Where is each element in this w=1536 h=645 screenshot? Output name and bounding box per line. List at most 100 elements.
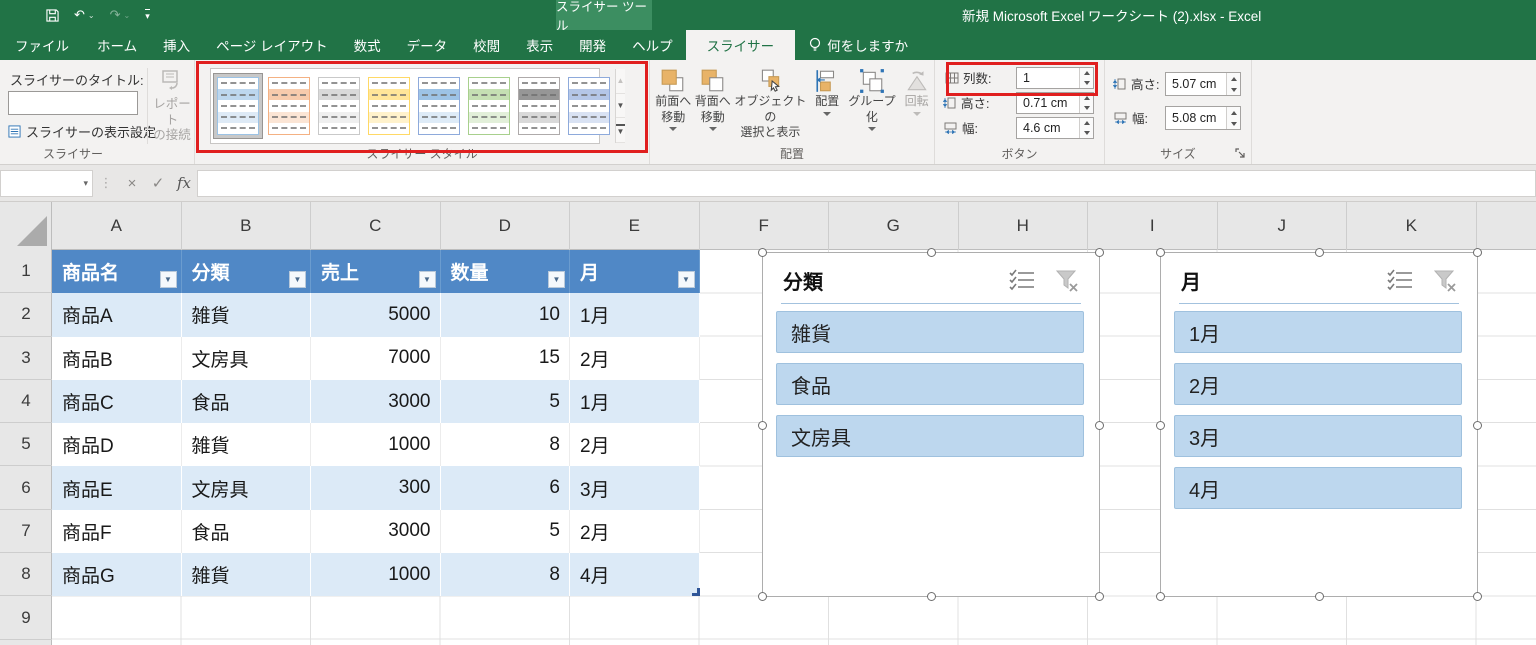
gallery-more-button[interactable]: ▼ bbox=[616, 118, 625, 144]
slicer-category[interactable]: 分類 雑貨 食品 文房具 bbox=[758, 248, 1104, 601]
row-header-4[interactable]: 4 bbox=[0, 380, 52, 424]
size-dialog-launcher-icon[interactable] bbox=[1235, 148, 1246, 159]
undo-menu-chevron[interactable]: ⌄ bbox=[88, 11, 95, 20]
send-backward-menu-chevron[interactable] bbox=[708, 127, 717, 132]
multi-select-icon[interactable] bbox=[1009, 269, 1035, 291]
undo-button[interactable]: ↶ ⌄ bbox=[74, 7, 95, 23]
slicer-style-option[interactable] bbox=[465, 74, 513, 138]
cell-c4[interactable]: 3000 bbox=[311, 379, 441, 424]
cell-b3[interactable]: 文房具 bbox=[181, 336, 311, 380]
cell-c8[interactable]: 1000 bbox=[311, 553, 441, 597]
cell-d6[interactable]: 6 bbox=[440, 466, 570, 510]
column-header-g[interactable]: G bbox=[829, 202, 959, 250]
formula-input[interactable] bbox=[197, 169, 1536, 197]
tab-developer[interactable]: 開発 bbox=[566, 30, 619, 60]
align-menu-chevron[interactable] bbox=[823, 111, 832, 116]
tab-view[interactable]: 表示 bbox=[513, 30, 566, 60]
cell-d3[interactable]: 15 bbox=[440, 336, 570, 380]
columns-spinner[interactable] bbox=[1079, 68, 1093, 88]
filter-dropdown-button[interactable]: ▼ bbox=[159, 271, 177, 289]
slicer-style-option[interactable] bbox=[365, 74, 413, 138]
customize-quick-access-button[interactable]: ▾ bbox=[145, 8, 150, 22]
row-header-1[interactable]: 1 bbox=[0, 250, 52, 294]
column-header-c[interactable]: C bbox=[311, 202, 441, 250]
cell-c3[interactable]: 7000 bbox=[311, 336, 441, 380]
resize-handle[interactable] bbox=[758, 248, 767, 257]
slicer-style-option[interactable] bbox=[315, 74, 363, 138]
filter-dropdown-button[interactable]: ▼ bbox=[677, 271, 695, 289]
resize-handle[interactable] bbox=[758, 592, 767, 601]
resize-handle[interactable] bbox=[1473, 248, 1482, 257]
cell-d8[interactable]: 8 bbox=[440, 553, 570, 597]
bring-forward-menu-chevron[interactable] bbox=[669, 127, 678, 132]
button-width-input[interactable]: 4.6 cm bbox=[1016, 117, 1094, 139]
resize-handle[interactable] bbox=[1473, 592, 1482, 601]
cell-e5[interactable]: 2月 bbox=[570, 423, 700, 467]
row-header-3[interactable]: 3 bbox=[0, 337, 52, 380]
resize-handle[interactable] bbox=[1156, 421, 1165, 430]
cell-b4[interactable]: 食品 bbox=[181, 379, 311, 424]
row-header-8[interactable]: 8 bbox=[0, 553, 52, 597]
cell-a5[interactable]: 商品D bbox=[52, 423, 182, 467]
name-box[interactable]: ▾ bbox=[0, 169, 93, 197]
table-resize-handle[interactable] bbox=[691, 588, 700, 597]
resize-handle[interactable] bbox=[1095, 592, 1104, 601]
filter-dropdown-button[interactable]: ▼ bbox=[418, 271, 436, 289]
resize-handle[interactable] bbox=[1156, 592, 1165, 601]
button-height-input[interactable]: 0.71 cm bbox=[1016, 92, 1094, 114]
tab-help[interactable]: ヘルプ bbox=[619, 30, 686, 60]
cell-b5[interactable]: 雑貨 bbox=[181, 423, 311, 467]
tab-file[interactable]: ファイル bbox=[0, 30, 84, 60]
resize-handle[interactable] bbox=[1156, 248, 1165, 257]
cell-b7[interactable]: 食品 bbox=[181, 509, 311, 554]
cell-c2[interactable]: 5000 bbox=[311, 293, 441, 337]
cell-b2[interactable]: 雑貨 bbox=[181, 293, 311, 337]
cell-b8[interactable]: 雑貨 bbox=[181, 553, 311, 597]
cell-e7[interactable]: 2月 bbox=[570, 509, 700, 554]
column-header-b[interactable]: B bbox=[182, 202, 311, 250]
cell-d7[interactable]: 5 bbox=[440, 509, 570, 554]
size-height-spinner[interactable] bbox=[1226, 73, 1240, 95]
table-header-product[interactable]: 商品名 ▼ bbox=[52, 250, 182, 294]
slicer-style-option[interactable] bbox=[565, 74, 613, 138]
cancel-entry-button[interactable]: × bbox=[119, 175, 145, 192]
tab-slicer-active[interactable]: スライサー bbox=[685, 30, 796, 60]
tab-formulas[interactable]: 数式 bbox=[341, 30, 394, 60]
slicer-item-bunbougu[interactable]: 文房具 bbox=[776, 415, 1084, 457]
columns-input[interactable]: 1 bbox=[1016, 67, 1094, 89]
resize-handle[interactable] bbox=[1315, 248, 1324, 257]
column-header-k[interactable]: K bbox=[1347, 202, 1477, 250]
tab-insert[interactable]: 挿入 bbox=[150, 30, 203, 60]
table-header-month[interactable]: 月 ▼ bbox=[570, 250, 700, 294]
column-header-h[interactable]: H bbox=[959, 202, 1088, 250]
resize-handle[interactable] bbox=[927, 592, 936, 601]
multi-select-icon[interactable] bbox=[1387, 269, 1413, 291]
size-width-input[interactable]: 5.08 cm bbox=[1165, 106, 1241, 130]
column-header-i[interactable]: I bbox=[1088, 202, 1218, 250]
gallery-scroll-down-button[interactable]: ▼ bbox=[616, 94, 625, 119]
formula-bar-drag-handle[interactable]: ⋮ bbox=[93, 175, 119, 191]
row-header-7[interactable]: 7 bbox=[0, 510, 52, 554]
tab-review[interactable]: 校閲 bbox=[460, 30, 513, 60]
slicer-caption-input[interactable] bbox=[8, 91, 138, 115]
row-header-5[interactable]: 5 bbox=[0, 423, 52, 467]
slicer-item-feb[interactable]: 2月 bbox=[1174, 363, 1462, 405]
slicer-display-settings-button[interactable]: スライサーの表示設定 bbox=[8, 122, 156, 141]
slicer-item-jan[interactable]: 1月 bbox=[1174, 311, 1462, 353]
cell-b6[interactable]: 文房具 bbox=[181, 466, 311, 510]
slicer-item-zakka[interactable]: 雑貨 bbox=[776, 311, 1084, 353]
size-height-input[interactable]: 5.07 cm bbox=[1165, 72, 1241, 96]
cell-a4[interactable]: 商品C bbox=[52, 379, 182, 424]
redo-button[interactable]: ↷ ⌄ bbox=[110, 7, 131, 23]
slicer-item-mar[interactable]: 3月 bbox=[1174, 415, 1462, 457]
cell-e4[interactable]: 1月 bbox=[570, 379, 700, 424]
button-height-spinner[interactable] bbox=[1079, 93, 1093, 113]
resize-handle[interactable] bbox=[1315, 592, 1324, 601]
tell-me-box[interactable]: 何をしますか bbox=[809, 30, 908, 60]
button-width-spinner[interactable] bbox=[1079, 118, 1093, 138]
slicer-style-option[interactable] bbox=[515, 74, 563, 138]
column-header-e[interactable]: E bbox=[570, 202, 700, 250]
table-header-category[interactable]: 分類 ▼ bbox=[181, 250, 311, 294]
confirm-entry-button[interactable]: ✓ bbox=[145, 174, 171, 192]
slicer-item-shokuhin[interactable]: 食品 bbox=[776, 363, 1084, 405]
